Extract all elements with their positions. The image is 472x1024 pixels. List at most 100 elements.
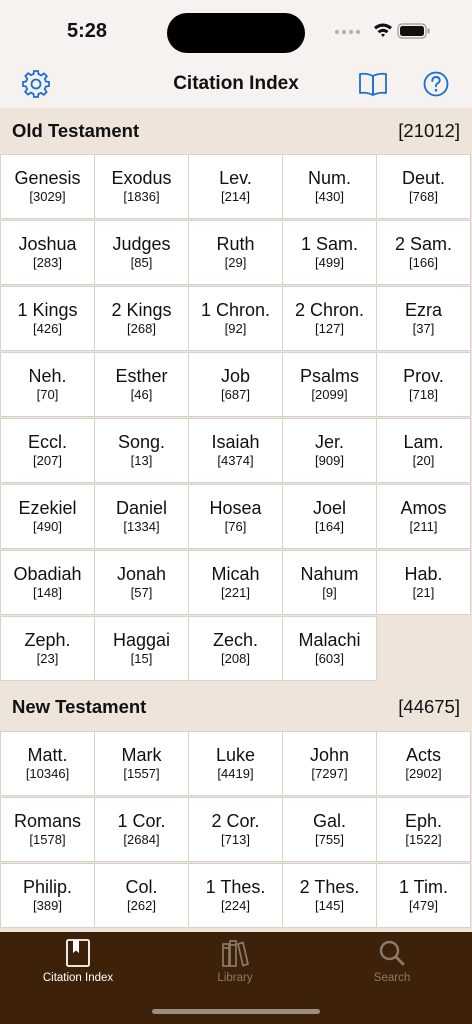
help-button[interactable]: [420, 68, 452, 100]
book-name: Gal.: [312, 811, 346, 831]
book-cell[interactable]: Daniel [1334]: [95, 485, 188, 548]
book-cell[interactable]: Mark [1557]: [95, 732, 188, 795]
tab-library[interactable]: Library: [175, 938, 295, 984]
book-cell[interactable]: Neh. [70]: [1, 353, 94, 416]
book-cell[interactable]: 2 Sam. [166]: [377, 221, 470, 284]
book-cell[interactable]: 1 Thes. [224]: [189, 864, 282, 927]
book-cell[interactable]: Hab. [21]: [377, 551, 470, 614]
book-name: Acts: [405, 745, 441, 765]
book-cell[interactable]: 1 Kings [426]: [1, 287, 94, 350]
book-citation-count: [13]: [130, 453, 153, 468]
book-cell[interactable]: 2 Thes. [145]: [283, 864, 376, 927]
book-citation-count: [211]: [409, 519, 438, 534]
book-citation-count: [10346]: [25, 766, 70, 781]
status-bar: 5:28: [0, 0, 472, 60]
status-icons: [334, 22, 434, 40]
book-name: Jer.: [314, 432, 344, 452]
book-cell[interactable]: Genesis [3029]: [1, 155, 94, 218]
book-name: Luke: [215, 745, 256, 765]
book-cell[interactable]: Psalms [2099]: [283, 353, 376, 416]
book-cell[interactable]: Amos [211]: [377, 485, 470, 548]
book-cell[interactable]: Matt. [10346]: [1, 732, 94, 795]
book-cell[interactable]: Malachi [603]: [283, 617, 376, 680]
book-cell[interactable]: Song. [13]: [95, 419, 188, 482]
navigation-bar: Citation Index: [0, 60, 472, 108]
book-cell[interactable]: Eccl. [207]: [1, 419, 94, 482]
battery-icon: [397, 23, 430, 39]
book-cell[interactable]: Acts [2902]: [377, 732, 470, 795]
book-cell[interactable]: 1 Tim. [479]: [377, 864, 470, 927]
book-cell[interactable]: Jer. [909]: [283, 419, 376, 482]
tab-citation-index[interactable]: Citation Index: [18, 938, 138, 984]
book-cell[interactable]: Hosea [76]: [189, 485, 282, 548]
book-cell[interactable]: Micah [221]: [189, 551, 282, 614]
book-cell[interactable]: Luke [4419]: [189, 732, 282, 795]
book-cell[interactable]: Lev. [214]: [189, 155, 282, 218]
book-citation-count: [127]: [315, 321, 344, 336]
book-citation-count: [207]: [33, 453, 62, 468]
tab-label: Library: [217, 972, 253, 984]
book-name: Lam.: [403, 432, 444, 452]
book-citation-count: [15]: [130, 651, 153, 666]
book-cell[interactable]: 1 Cor. [2684]: [95, 798, 188, 861]
book-cell[interactable]: Zech. [208]: [189, 617, 282, 680]
section-title: New Testament: [12, 696, 147, 717]
book-cell[interactable]: Ezekiel [490]: [1, 485, 94, 548]
book-citation-count: [430]: [315, 189, 344, 204]
book-cell[interactable]: Num. [430]: [283, 155, 376, 218]
book-name: Amos: [400, 498, 447, 518]
book-cell[interactable]: Nahum [9]: [283, 551, 376, 614]
book-citation-count: [85]: [130, 255, 153, 270]
book-name: Prov.: [403, 366, 444, 386]
tab-bar: Citation Index Library Search: [0, 932, 472, 1024]
book-name: Malachi: [298, 630, 361, 650]
book-cell[interactable]: 1 Sam. [499]: [283, 221, 376, 284]
book-cell[interactable]: Isaiah [4374]: [189, 419, 282, 482]
book-cell[interactable]: Gal. [755]: [283, 798, 376, 861]
book-cell[interactable]: Ezra [37]: [377, 287, 470, 350]
book-cell[interactable]: Haggai [15]: [95, 617, 188, 680]
book-cell[interactable]: Obadiah [148]: [1, 551, 94, 614]
book-cell[interactable]: Deut. [768]: [377, 155, 470, 218]
book-citation-count: [4374]: [217, 453, 254, 468]
section-count: [44675]: [398, 696, 460, 717]
book-name: Lev.: [219, 168, 252, 188]
book-cell[interactable]: 1 Chron. [92]: [189, 287, 282, 350]
book-name: Hab.: [404, 564, 443, 584]
book-cell[interactable]: 2 Cor. [713]: [189, 798, 282, 861]
book-name: Zeph.: [24, 630, 71, 650]
book-cell[interactable]: John [7297]: [283, 732, 376, 795]
book-name: Nahum: [300, 564, 359, 584]
book-name: Obadiah: [13, 564, 82, 584]
book-cell[interactable]: Lam. [20]: [377, 419, 470, 482]
book-citation-count: [214]: [221, 189, 250, 204]
book-cell[interactable]: Exodus [1836]: [95, 155, 188, 218]
book-cell[interactable]: Prov. [718]: [377, 353, 470, 416]
book-cell[interactable]: Col. [262]: [95, 864, 188, 927]
section-title: Old Testament: [12, 120, 140, 141]
book-cell[interactable]: Esther [46]: [95, 353, 188, 416]
tab-search[interactable]: Search: [332, 938, 452, 984]
book-cell[interactable]: 2 Kings [268]: [95, 287, 188, 350]
book-cell[interactable]: Joshua [283]: [1, 221, 94, 284]
book-name: Esther: [115, 366, 168, 386]
book-citation-count: [70]: [36, 387, 59, 402]
book-citation-count: [1836]: [123, 189, 160, 204]
book-cell[interactable]: Joel [164]: [283, 485, 376, 548]
book-cell[interactable]: Romans [1578]: [1, 798, 94, 861]
book-citation-count: [283]: [33, 255, 62, 270]
book-citation-count: [208]: [221, 651, 250, 666]
book-name: Judges: [112, 234, 171, 254]
book-cell[interactable]: 2 Chron. [127]: [283, 287, 376, 350]
book-cell[interactable]: Eph. [1522]: [377, 798, 470, 861]
book-cell[interactable]: Judges [85]: [95, 221, 188, 284]
book-cell[interactable]: Job [687]: [189, 353, 282, 416]
book-citation-count: [268]: [127, 321, 156, 336]
book-citation-count: [2902]: [405, 766, 442, 781]
library-button[interactable]: [357, 68, 389, 100]
book-cell[interactable]: Philip. [389]: [1, 864, 94, 927]
book-cell[interactable]: Jonah [57]: [95, 551, 188, 614]
book-cell[interactable]: Ruth [29]: [189, 221, 282, 284]
book-citation-count: [20]: [412, 453, 435, 468]
book-cell[interactable]: Zeph. [23]: [1, 617, 94, 680]
